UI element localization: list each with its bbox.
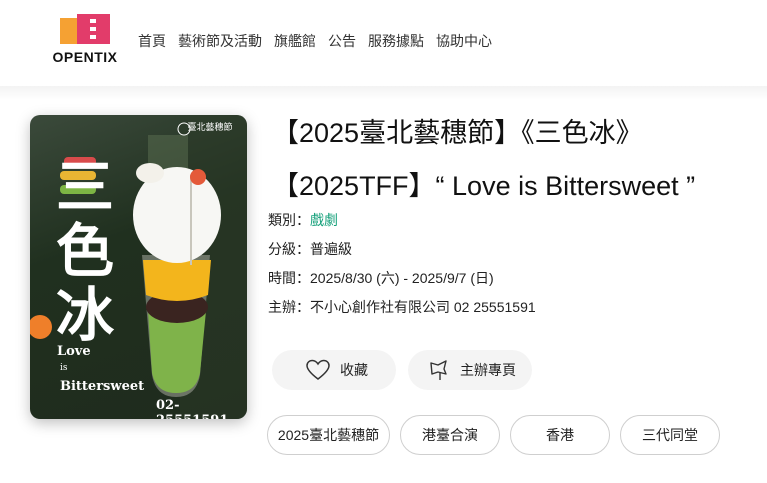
time-value: 2025/8/30 (六) - 2025/9/7 (日) <box>310 270 494 286</box>
logo-text: OPENTIX <box>52 49 118 65</box>
poster-title: 三 色 冰 <box>56 155 126 347</box>
opentix-logo[interactable]: OPENTIX <box>52 14 118 66</box>
favorite-button[interactable]: 收藏 <box>272 350 396 390</box>
info-time: 時間：2025/8/30 (六) - 2025/9/7 (日) <box>268 268 494 288</box>
tag-taipei-fringe[interactable]: 2025臺北藝穗節 <box>267 415 390 455</box>
tag-hong-kong[interactable]: 香港 <box>510 415 610 455</box>
logo-mark-icon <box>60 14 110 44</box>
organizer-value: 不小心創作社有限公司 02 25551591 <box>310 299 536 315</box>
main-nav: 首頁 藝術節及活動 旗艦館 公告 服務據點 協助中心 <box>138 31 504 51</box>
nav-festivals-events[interactable]: 藝術節及活動 <box>178 31 262 51</box>
rating-value: 普遍級 <box>310 241 352 257</box>
poster-title-char: 三 <box>56 153 115 221</box>
poster-subtitle-love: Love <box>57 344 91 359</box>
nav-home[interactable]: 首頁 <box>138 31 166 51</box>
flag-icon <box>430 360 447 380</box>
category-label: 類別： <box>268 212 310 228</box>
organizer-label: 主辦： <box>268 299 310 315</box>
nav-announcements[interactable]: 公告 <box>328 31 356 51</box>
nav-service-points[interactable]: 服務據點 <box>368 31 424 51</box>
poster-subtitle-is: is <box>60 363 68 373</box>
organizer-page-button[interactable]: 主辦專頁 <box>408 350 532 390</box>
poster-title-char: 冰 <box>56 281 115 349</box>
favorite-label: 收藏 <box>340 362 368 378</box>
category-link[interactable]: 戲劇 <box>310 212 338 228</box>
site-header: OPENTIX 首頁 藝術節及活動 旗艦館 公告 服務據點 協助中心 <box>0 0 767 86</box>
poster-festival-mark: 臺北藝穗節 <box>187 123 233 133</box>
poster-title-char: 色 <box>56 217 115 285</box>
event-title-line2: 【2025TFF】“ Love is Bittersweet ” <box>272 171 696 201</box>
organizer-page-label: 主辦專頁 <box>460 362 516 378</box>
nav-help-center[interactable]: 協助中心 <box>436 31 492 51</box>
event-poster[interactable]: 臺北藝穗節 三 色 冰 Love is Bittersweet 02-25551… <box>30 115 247 419</box>
poster-subtitle-bittersweet: Bittersweet <box>60 379 145 394</box>
time-label: 時間： <box>268 270 310 286</box>
info-rating: 分級：普遍級 <box>268 239 352 259</box>
heart-icon <box>306 359 330 380</box>
poster-phone: 02-25551591 <box>156 398 228 419</box>
rating-label: 分級： <box>268 241 310 257</box>
tag-three-generations[interactable]: 三代同堂 <box>620 415 720 455</box>
info-organizer: 主辦：不小心創作社有限公司 02 25551591 <box>268 297 536 317</box>
nav-flagship[interactable]: 旗艦館 <box>274 31 316 51</box>
info-category: 類別：戲劇 <box>268 210 338 230</box>
header-shadow-band <box>0 86 767 100</box>
event-title-line1: 【2025臺北藝穗節】《三色冰》 <box>272 118 643 148</box>
tag-hk-tw-coproduction[interactable]: 港臺合演 <box>400 415 500 455</box>
